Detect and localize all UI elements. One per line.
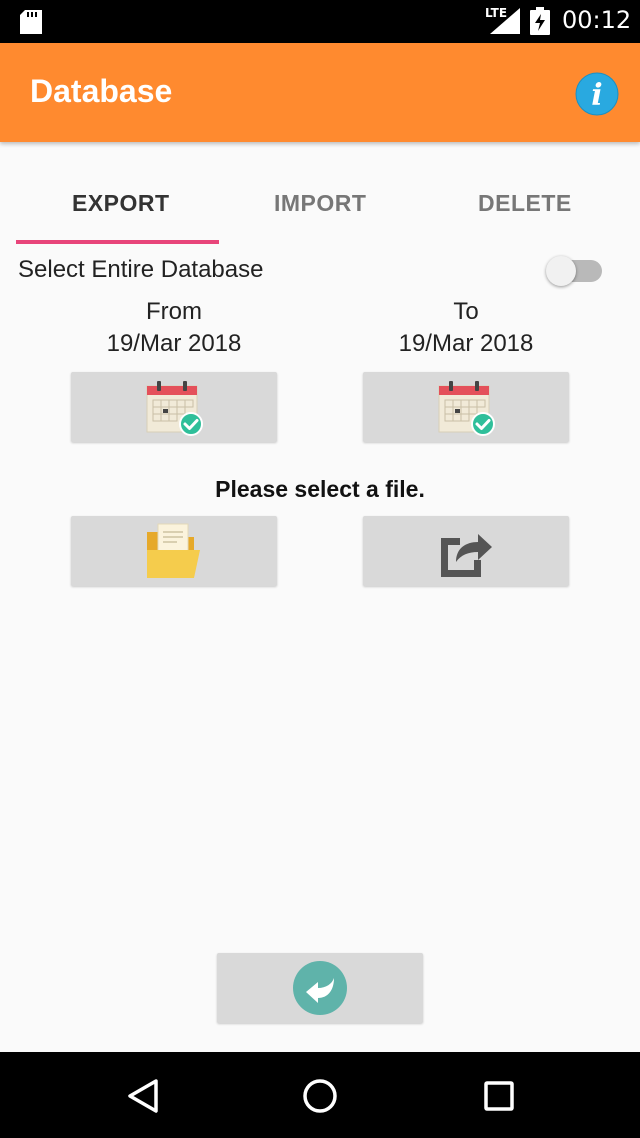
signal-icon xyxy=(490,8,520,34)
clock: 00:12 xyxy=(562,6,632,34)
calendar-check-icon xyxy=(438,381,495,436)
page-title: Database xyxy=(30,73,173,109)
back-arrow-icon xyxy=(293,961,347,1015)
system-nav-bar xyxy=(0,1052,640,1138)
sd-card-icon xyxy=(20,10,42,34)
share-icon xyxy=(441,534,492,577)
tab-indicator xyxy=(16,240,219,244)
to-date-group: To 19/Mar 2018 xyxy=(363,296,569,360)
calendar-check-icon xyxy=(146,381,203,436)
switch-thumb xyxy=(546,256,576,286)
nav-recents-icon[interactable] xyxy=(483,1080,515,1112)
status-bar: LTE 00:12 xyxy=(0,0,640,43)
from-label: From xyxy=(146,298,202,325)
info-icon[interactable]: i xyxy=(575,72,619,116)
select-file-button[interactable] xyxy=(71,516,277,586)
to-date-value: 19/Mar 2018 xyxy=(398,330,534,357)
folder-icon xyxy=(147,523,200,578)
app-bar: Database i xyxy=(0,43,640,142)
battery-charging-icon xyxy=(530,7,550,35)
back-button[interactable] xyxy=(217,953,423,1023)
share-button[interactable] xyxy=(363,516,569,586)
select-entire-database-switch[interactable] xyxy=(546,256,604,286)
nav-home-icon[interactable] xyxy=(302,1078,338,1114)
to-label: To xyxy=(453,298,479,325)
to-date-picker-button[interactable] xyxy=(363,372,569,442)
svg-text:i: i xyxy=(591,78,602,113)
tab-export[interactable]: EXPORT xyxy=(72,190,170,217)
tab-delete[interactable]: DELETE xyxy=(478,190,572,217)
tab-bar: EXPORT IMPORT DELETE xyxy=(16,160,624,245)
from-date-value: 19/Mar 2018 xyxy=(106,330,242,357)
tab-import[interactable]: IMPORT xyxy=(274,190,366,217)
select-entire-database-label: Select Entire Database xyxy=(18,256,264,283)
nav-back-icon[interactable] xyxy=(126,1078,160,1114)
from-date-group: From 19/Mar 2018 xyxy=(71,296,277,360)
from-date-picker-button[interactable] xyxy=(71,372,277,442)
file-prompt: Please select a file. xyxy=(215,476,425,502)
